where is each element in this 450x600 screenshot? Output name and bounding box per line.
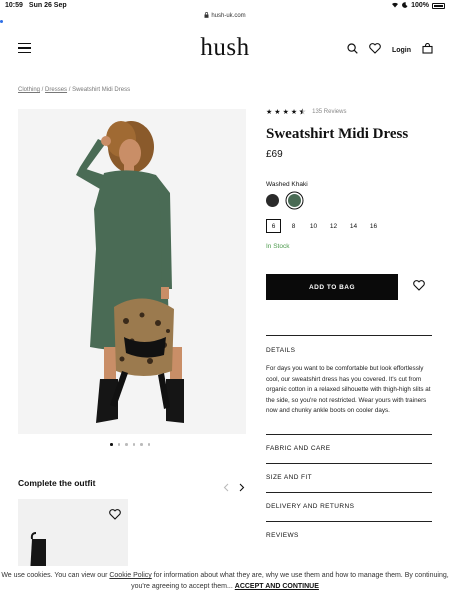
wishlist-icon[interactable]: [369, 41, 381, 59]
status-date: Sun 26 Sep: [28, 2, 67, 9]
star-rating: ★ ★ ★ ★: [266, 107, 306, 117]
breadcrumb-dresses[interactable]: Dresses: [45, 87, 67, 93]
outfit-section-title: Complete the outfit: [18, 478, 96, 488]
login-link[interactable]: Login: [392, 47, 411, 54]
size-option[interactable]: 8: [286, 219, 301, 233]
accordion-details[interactable]: DETAILS: [266, 347, 432, 354]
divider: [266, 434, 432, 435]
carousel-dot[interactable]: [140, 443, 143, 446]
size-option[interactable]: 10: [306, 219, 321, 233]
divider: [266, 335, 432, 336]
star-icon: ★: [282, 108, 289, 116]
cookie-banner: We use cookies. You can view our Cookie …: [0, 566, 450, 600]
battery-percent: 100%: [411, 2, 429, 9]
accordion-size-and-fit[interactable]: SIZE AND FIT: [266, 474, 432, 481]
accordion-delivery-and-returns[interactable]: DELIVERY AND RETURNS: [266, 503, 432, 510]
rating[interactable]: ★ ★ ★ ★ 135 Reviews: [266, 106, 432, 118]
details-text: For days you want to be comfortable but …: [266, 365, 431, 414]
chevron-right-icon[interactable]: [239, 479, 245, 497]
cookie-text: We use cookies. You can view our: [1, 572, 110, 579]
review-count[interactable]: 135 Reviews: [312, 109, 346, 115]
outfit-wishlist-heart-icon[interactable]: [109, 507, 121, 525]
bag-icon[interactable]: [422, 41, 433, 59]
status-time: 10:59: [5, 2, 23, 9]
carousel-dot[interactable]: [132, 443, 135, 446]
carousel-dot[interactable]: [110, 443, 113, 446]
address-bar[interactable]: hush-uk.com: [0, 11, 450, 21]
swatch-black[interactable]: [266, 194, 279, 207]
status-bar: 10:59 Sun 26 Sep 100%: [0, 0, 450, 11]
carousel-dot[interactable]: [147, 443, 150, 446]
star-icon: ★: [266, 108, 273, 116]
size-option[interactable]: 12: [326, 219, 341, 233]
size-selector: 6 8 10 12 14 16: [266, 219, 432, 233]
product-price: £69: [266, 149, 283, 160]
breadcrumb: Clothing / Dresses / Sweatshirt Midi Dre…: [18, 87, 130, 93]
color-swatches: [266, 194, 432, 207]
color-label: Washed Khaki: [266, 181, 308, 188]
cookie-policy-link[interactable]: Cookie Policy: [109, 572, 151, 579]
breadcrumb-clothing[interactable]: Clothing: [18, 87, 40, 93]
lock-icon: [204, 12, 209, 20]
url-text: hush-uk.com: [211, 13, 246, 19]
size-option[interactable]: 14: [346, 219, 361, 233]
divider: [266, 463, 432, 464]
wifi-icon: [391, 1, 399, 10]
carousel-dot[interactable]: [125, 443, 128, 446]
page-load-indicator: [0, 20, 3, 23]
size-option[interactable]: 6: [266, 219, 281, 233]
half-star-icon: [299, 107, 306, 117]
breadcrumb-current: Sweatshirt Midi Dress: [72, 87, 131, 93]
search-icon[interactable]: [347, 41, 358, 59]
add-to-bag-button[interactable]: ADD TO BAG: [266, 274, 398, 300]
divider: [266, 492, 432, 493]
site-header: hush Login: [0, 30, 450, 66]
accordion-reviews[interactable]: REVIEWS: [266, 532, 432, 539]
product-image[interactable]: [18, 109, 246, 434]
divider: [266, 521, 432, 522]
carousel-dot[interactable]: [117, 443, 120, 446]
accept-cookies-button[interactable]: ACCEPT AND CONTINUE: [235, 583, 319, 590]
wishlist-heart-icon[interactable]: [413, 278, 425, 296]
star-icon: ★: [290, 108, 298, 116]
image-carousel-dots: [110, 443, 150, 446]
accordion-fabric-and-care[interactable]: FABRIC AND CARE: [266, 445, 432, 452]
product-title: Sweatshirt Midi Dress: [266, 126, 409, 142]
battery-icon: [432, 2, 445, 9]
size-option[interactable]: 16: [366, 219, 381, 233]
stock-status: In Stock: [266, 243, 290, 250]
star-icon: ★: [274, 108, 281, 116]
product-info: ★ ★ ★ ★ 135 Reviews Sweatshirt Midi Dres…: [266, 106, 432, 300]
swatch-washed-khaki[interactable]: [288, 194, 301, 207]
chevron-left-icon[interactable]: [223, 479, 229, 497]
moon-icon: [402, 1, 408, 10]
